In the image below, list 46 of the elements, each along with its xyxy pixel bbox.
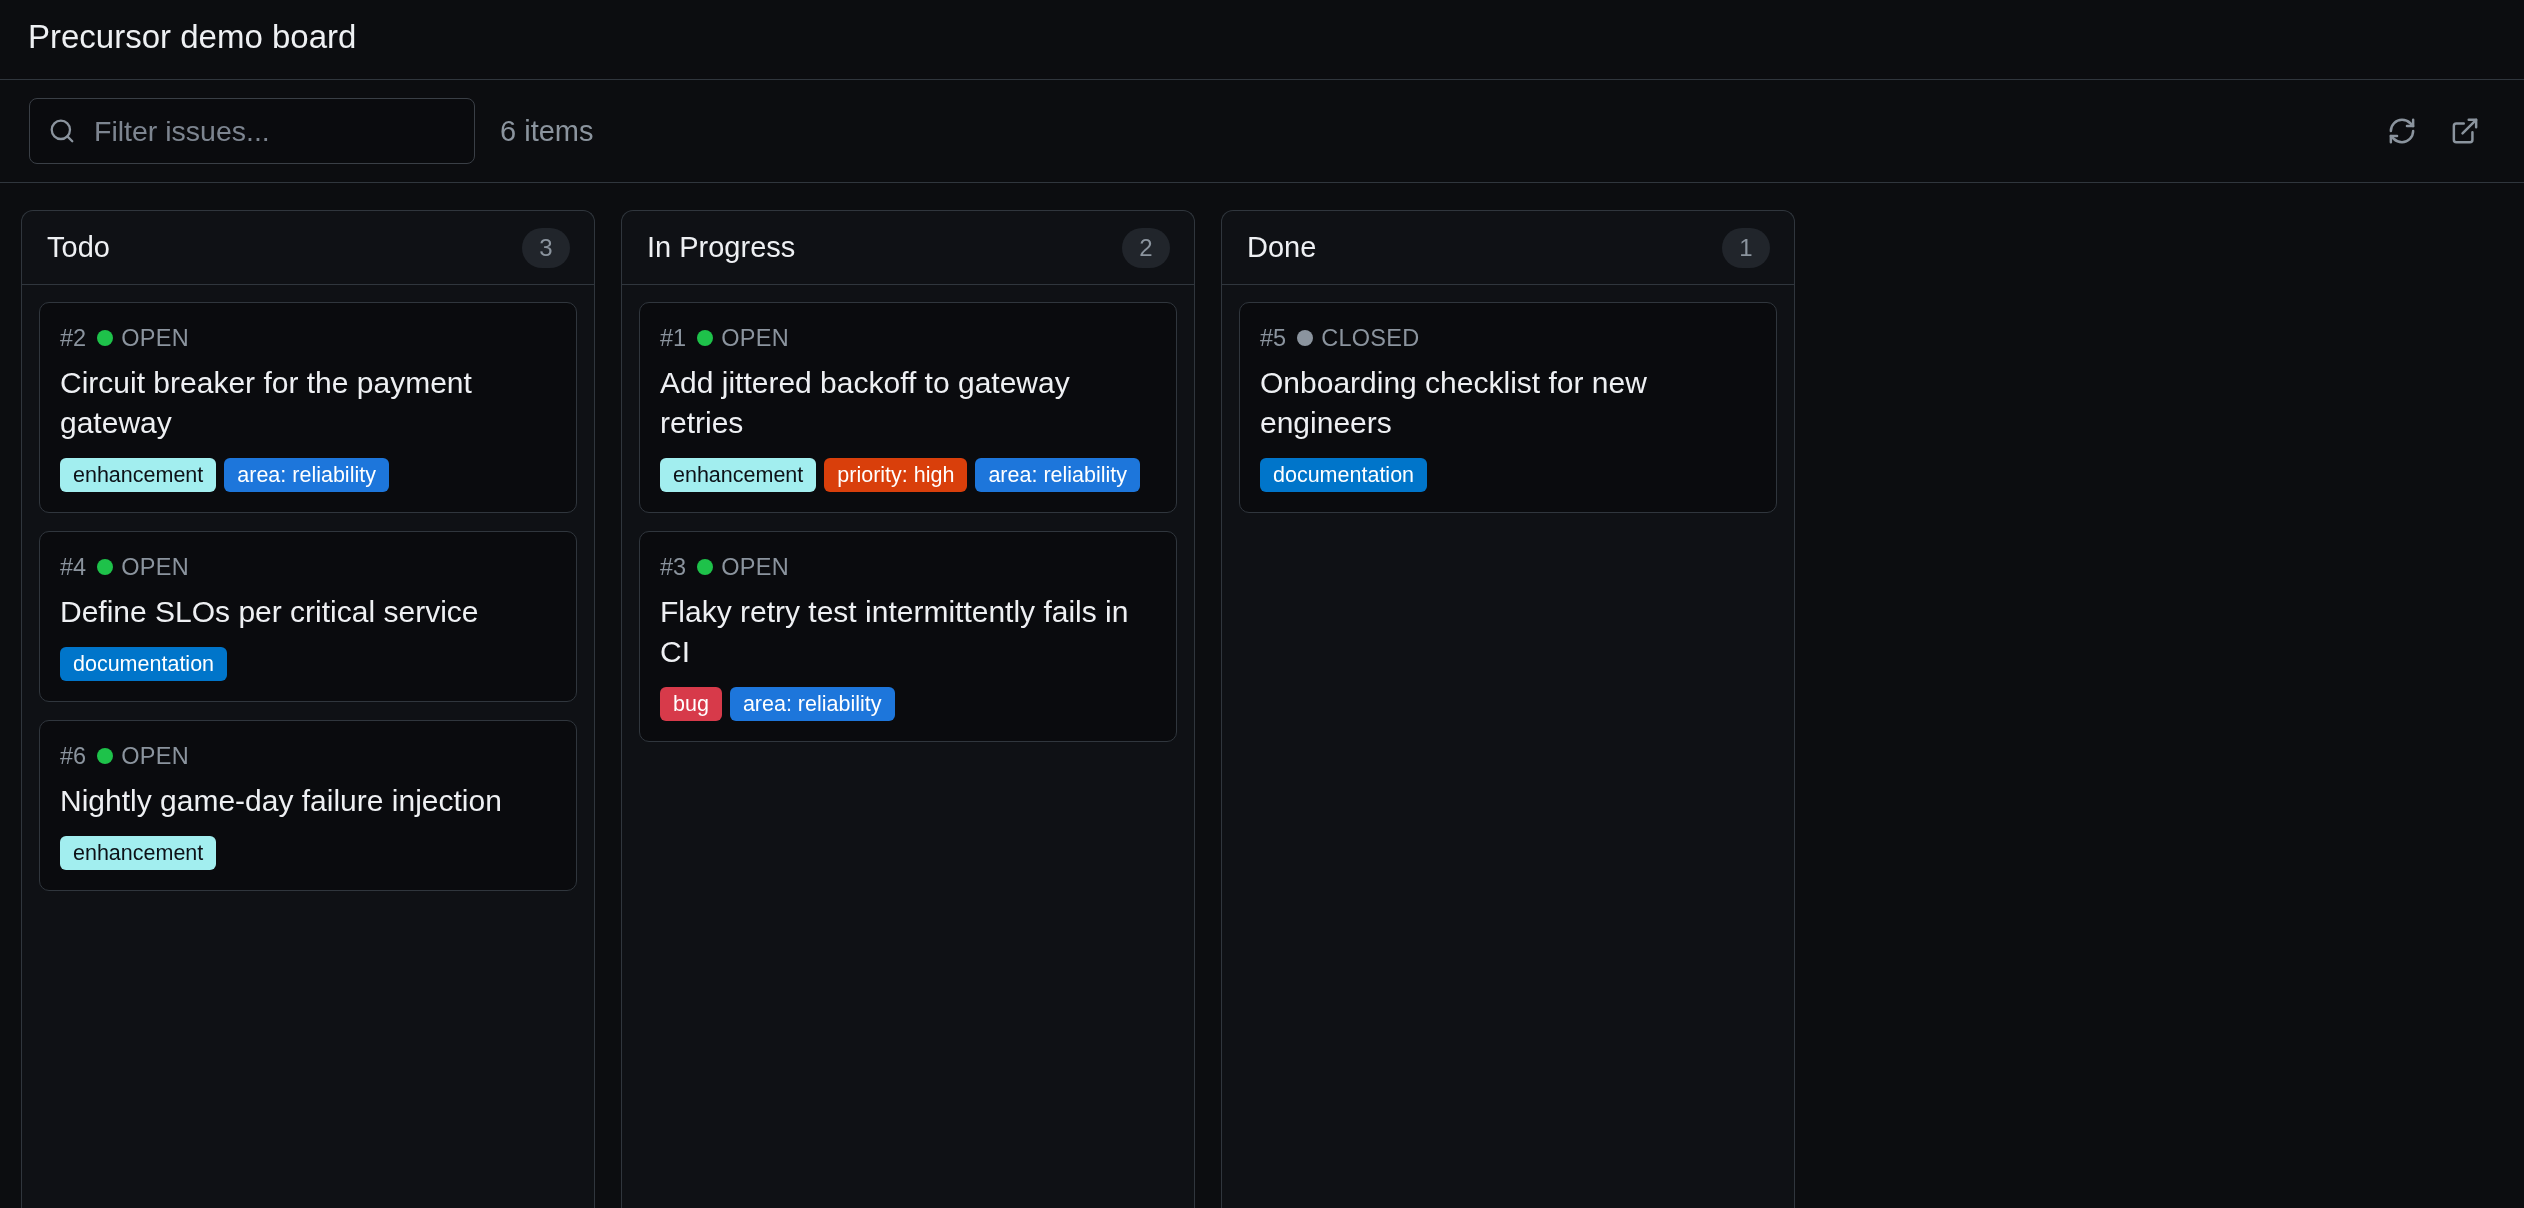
column-title: Todo — [47, 231, 110, 264]
issue-number: #3 — [660, 553, 687, 581]
issue-title: Add jittered backoff to gateway retries — [660, 365, 1071, 441]
column-count: 2 — [1122, 227, 1170, 268]
issue-card[interactable]: #3 OPEN Flaky retry test intermittently fails in CI bug area: reliability — [639, 531, 1177, 742]
issue-label: documentation — [1260, 458, 1428, 492]
item-count: 6 items — [500, 114, 594, 148]
column-title: Done — [1247, 231, 1317, 264]
issue-state: CLOSED — [1321, 324, 1420, 352]
issue-label: enhancement — [60, 836, 217, 870]
issue-title: Circuit breaker for the payment gateway — [60, 365, 473, 441]
issue-title: Onboarding checklist for new engineers — [1260, 365, 1648, 441]
issue-title: Define SLOs per critical service — [60, 594, 480, 630]
issue-label: area: reliability — [224, 458, 389, 492]
issue-label: priority: high — [824, 458, 968, 492]
issue-number: #2 — [60, 324, 87, 352]
column-title: In Progress — [647, 231, 796, 264]
column-count: 1 — [1722, 227, 1770, 268]
issue-label: area: reliability — [975, 458, 1141, 492]
issue-title: Flaky retry test intermittently fails in CI — [660, 594, 1130, 670]
issue-label: enhancement — [660, 458, 817, 492]
issue-state: OPEN — [721, 553, 789, 581]
board-title: Precursor demo board — [28, 17, 357, 56]
external-link-icon — [2452, 118, 2478, 144]
issue-label: documentation — [60, 647, 228, 681]
issue-label: bug — [660, 687, 722, 721]
column-count: 3 — [522, 227, 570, 268]
issue-card[interactable]: #4 OPEN Define SLOs per critical service documentation — [39, 531, 577, 702]
issue-state: OPEN — [121, 742, 189, 770]
filter-search-field[interactable]: Filter issues... — [29, 98, 475, 164]
issue-number: #6 — [60, 742, 87, 770]
issue-title: Nightly game-day failure injection — [60, 783, 503, 819]
issue-number: #5 — [1260, 324, 1287, 352]
issue-card[interactable]: #2 OPEN Circuit breaker for the payment gateway enhancement area: reliability — [39, 302, 577, 513]
issue-card[interactable]: #1 OPEN Add jittered backoff to gateway retries enhancement priority: high area: reliability — [639, 302, 1177, 513]
issue-number: #4 — [60, 553, 87, 581]
issue-state: OPEN — [121, 553, 189, 581]
issue-state: OPEN — [721, 324, 789, 352]
issue-label: enhancement — [60, 458, 217, 492]
issue-card[interactable]: #5 CLOSED Onboarding checklist for new engineers documentation — [1239, 302, 1777, 513]
issue-number: #1 — [660, 324, 687, 352]
issue-card[interactable]: #6 OPEN Nightly game-day failure injection enhancement — [39, 720, 577, 891]
search-icon — [50, 119, 74, 143]
issue-state: OPEN — [121, 324, 189, 352]
issue-label: area: reliability — [729, 687, 895, 721]
refresh-icon — [2389, 118, 2415, 144]
